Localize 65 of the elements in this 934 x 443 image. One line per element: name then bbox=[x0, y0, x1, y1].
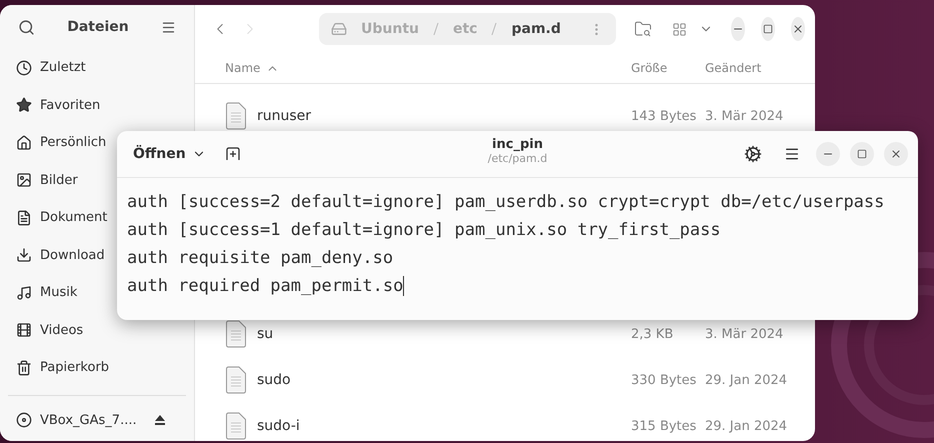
file-name: su bbox=[257, 326, 274, 342]
document-icon bbox=[16, 210, 32, 226]
sidebar-item[interactable]: Musik bbox=[8, 274, 86, 312]
file-icon bbox=[225, 366, 247, 394]
window-subtitle: /etc/pam.d bbox=[488, 152, 548, 165]
code-line: auth required pam_permit.so bbox=[127, 275, 406, 298]
sidebar-item[interactable]: Persönlich bbox=[8, 124, 114, 162]
separator-icon bbox=[432, 22, 439, 36]
file-date: 29. Jan 2024 bbox=[705, 418, 788, 434]
open-button[interactable]: Öffnen bbox=[129, 142, 210, 166]
close-button[interactable] bbox=[790, 17, 805, 41]
clock-icon bbox=[16, 60, 32, 76]
text-editor[interactable]: auth [success=2 default=ignore] pam_userdb.so crypt=crypt db=/etc/userpass auth [success=1 default=ignore] pam_unix.so try_first_pass auth requisite pam_deny.so auth required pam_permit.so bbox=[117, 178, 918, 310]
settings-icon[interactable] bbox=[742, 143, 764, 165]
file-size: 2,3 KB bbox=[631, 326, 674, 342]
code-line: auth [success=2 default=ignore] pam_userdb.so crypt=crypt db=/etc/userpass bbox=[127, 191, 886, 214]
drive-icon bbox=[331, 21, 347, 37]
close-icon bbox=[792, 23, 804, 35]
path-bar[interactable]: Ubuntu etc pam.d bbox=[319, 13, 616, 45]
file-date: 3. Mär 2024 bbox=[705, 326, 784, 342]
column-header[interactable]: Größe bbox=[631, 61, 705, 75]
column-header[interactable]: Geändert bbox=[705, 61, 815, 75]
file-date: 29. Jan 2024 bbox=[705, 372, 788, 388]
download-icon bbox=[16, 247, 32, 264]
file-size: 143 Bytes bbox=[631, 108, 698, 124]
file-name: sudo-i bbox=[257, 418, 300, 434]
maximize-button[interactable] bbox=[760, 17, 775, 41]
sidebar-item[interactable]: Download bbox=[8, 236, 113, 274]
sidebar-item[interactable]: VBox_GAs_7.... bbox=[8, 402, 173, 439]
sidebar-item[interactable]: Favoriten bbox=[8, 86, 108, 124]
file-size: 330 Bytes bbox=[631, 372, 698, 388]
new-tab-icon[interactable] bbox=[224, 145, 242, 163]
trash-icon bbox=[16, 360, 32, 376]
search-icon[interactable] bbox=[18, 18, 35, 36]
sidebar-item[interactable]: Bilder bbox=[8, 162, 86, 199]
maximize-button[interactable] bbox=[850, 142, 874, 166]
minimize-button[interactable] bbox=[730, 17, 745, 41]
maximize-icon bbox=[762, 24, 773, 34]
sidebar-item[interactable]: Dokument bbox=[8, 199, 116, 236]
sidebar-item[interactable]: Zuletzt bbox=[8, 49, 94, 86]
close-icon bbox=[890, 148, 902, 160]
star-icon bbox=[16, 97, 32, 114]
eject-icon[interactable] bbox=[154, 414, 165, 426]
sidebar-title: Dateien bbox=[67, 19, 129, 35]
file-name: runuser bbox=[257, 108, 312, 124]
column-header[interactable]: Name bbox=[225, 61, 260, 75]
film-icon bbox=[16, 322, 32, 338]
menu-icon[interactable] bbox=[161, 20, 176, 34]
home-icon bbox=[16, 134, 32, 151]
code-line: auth requisite pam_deny.so bbox=[127, 247, 394, 270]
maximize-icon bbox=[857, 149, 867, 159]
sidebar-item[interactable]: Videos bbox=[8, 312, 92, 349]
separator-icon bbox=[491, 22, 498, 36]
image-icon bbox=[16, 172, 32, 188]
file-name: sudo bbox=[257, 372, 291, 388]
music-icon bbox=[16, 284, 32, 301]
window-title: inc_pin bbox=[492, 137, 543, 152]
disc-icon bbox=[16, 412, 32, 428]
close-button[interactable] bbox=[884, 142, 908, 166]
text-cursor bbox=[403, 276, 404, 296]
sidebar-item[interactable]: Papierkorb bbox=[8, 349, 118, 386]
file-date: 3. Mär 2024 bbox=[705, 108, 784, 124]
code-line: auth [success=1 default=ignore] pam_unix.so try_first_pass bbox=[127, 219, 722, 242]
path-segment[interactable]: pam.d bbox=[511, 21, 561, 37]
file-size: 315 Bytes bbox=[631, 418, 698, 434]
